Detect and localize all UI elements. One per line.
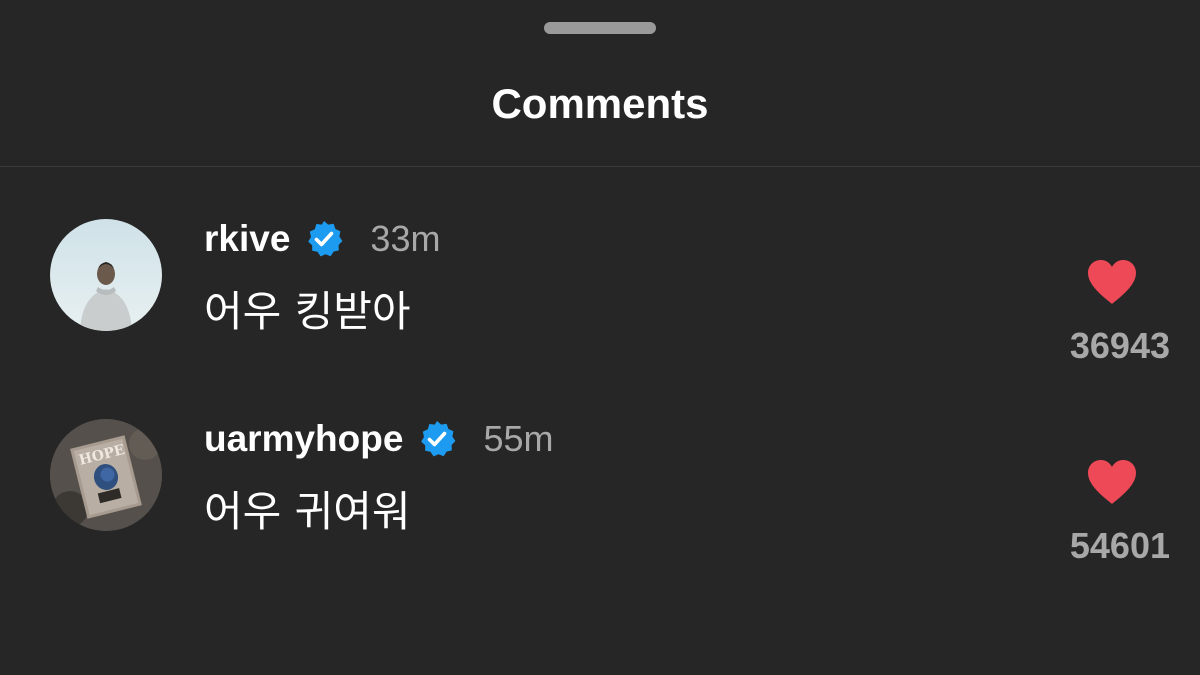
avatar[interactable]: HOPE xyxy=(50,419,162,531)
header-divider xyxy=(0,166,1200,167)
comment-item: HOPE uarmyhope 55m 어우 귀여워 54601 xyxy=(0,400,1200,580)
like-count: 54601 xyxy=(1069,525,1170,566)
comment-text: 어우 킹받아 xyxy=(204,287,411,336)
comment-time: 55m xyxy=(483,418,554,459)
comment-item: rkive 33m 어우 킹받아 36943 xyxy=(0,200,1200,380)
comment-time: 33m xyxy=(370,218,441,259)
page-title: Comments xyxy=(491,80,709,127)
verified-badge-icon xyxy=(417,419,457,459)
comment-meta: uarmyhope 55m xyxy=(204,414,553,464)
drag-handle[interactable] xyxy=(544,22,656,34)
username[interactable]: rkive xyxy=(204,214,290,264)
heart-icon xyxy=(1088,460,1136,504)
like-button[interactable] xyxy=(1086,458,1138,506)
like-count: 36943 xyxy=(1069,325,1170,366)
album-cover-icon: HOPE xyxy=(50,419,162,531)
comments-sheet: Comments rkive 33m 어우 킹받아 36943 HOPE uar… xyxy=(0,0,1200,675)
like-button[interactable] xyxy=(1086,258,1138,306)
verified-badge-icon xyxy=(304,219,344,259)
avatar[interactable] xyxy=(50,219,162,331)
heart-icon xyxy=(1088,260,1136,304)
person-photo-icon xyxy=(50,219,162,331)
username[interactable]: uarmyhope xyxy=(204,414,403,464)
comment-text: 어우 귀여워 xyxy=(204,487,411,536)
comment-meta: rkive 33m xyxy=(204,214,440,264)
